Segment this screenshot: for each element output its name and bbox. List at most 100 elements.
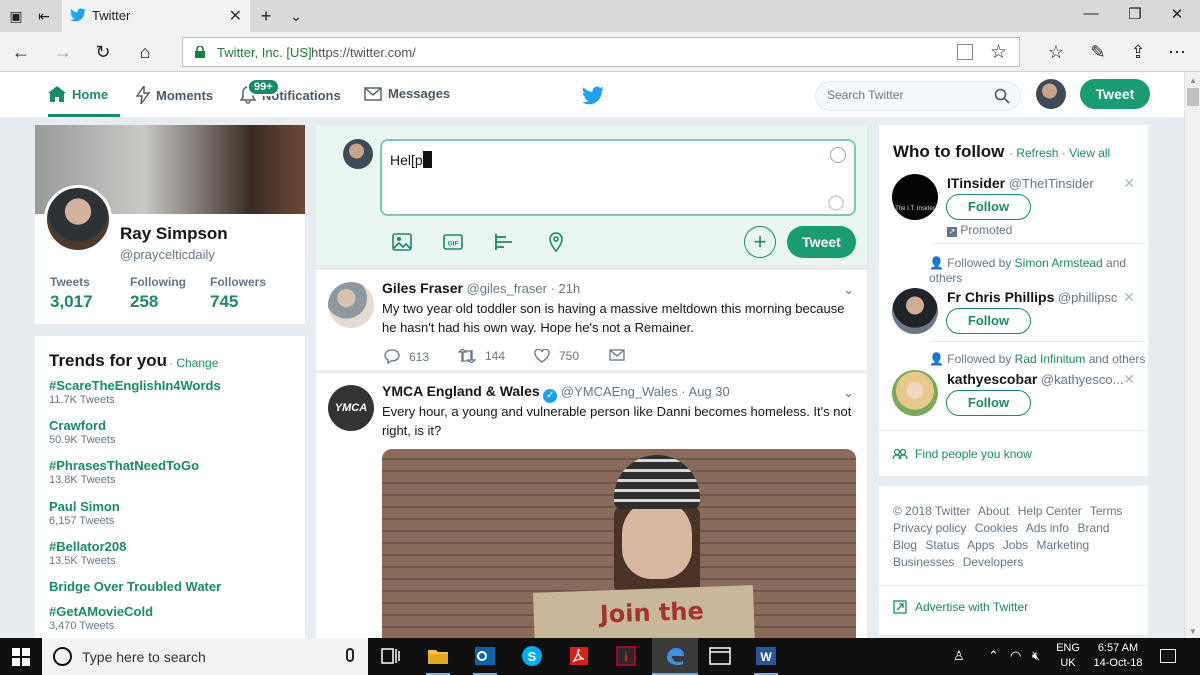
follow-button[interactable]: Follow xyxy=(946,308,1031,334)
address-bar[interactable]: Twitter, Inc. [US] https://twitter.com/ … xyxy=(182,37,1020,67)
browser-tab-twitter[interactable]: Twitter ✕ xyxy=(62,0,250,32)
show-hidden-icons-chevron-icon[interactable]: ⌃ xyxy=(988,648,999,664)
follow-button[interactable]: Follow xyxy=(946,194,1031,220)
trend-item[interactable]: #GetAMovieCold 3,470 Tweets xyxy=(49,604,153,632)
window-app-icon[interactable] xyxy=(708,644,732,668)
task-view-icon[interactable] xyxy=(378,644,402,668)
emoji-icon[interactable] xyxy=(830,147,846,163)
back-icon[interactable]: ← xyxy=(10,41,32,63)
reading-view-icon[interactable] xyxy=(957,44,973,60)
account-avatar[interactable] xyxy=(1036,79,1066,109)
footer-link[interactable]: Apps xyxy=(967,538,994,552)
file-explorer-icon[interactable] xyxy=(426,644,450,668)
tweet-author-name[interactable]: YMCA England & Wales xyxy=(382,383,540,399)
scroll-thumb[interactable] xyxy=(1187,88,1199,106)
app-icon[interactable]: i xyxy=(614,644,638,668)
dismiss-icon[interactable]: ✕ xyxy=(1123,289,1135,306)
advertise-link[interactable]: Advertise with Twitter xyxy=(893,600,1028,614)
trend-item[interactable]: #Bellator208 13.5K Tweets xyxy=(49,539,126,567)
direct-message-action[interactable] xyxy=(609,349,625,361)
footer-link[interactable]: Privacy policy xyxy=(893,521,966,535)
image-icon[interactable] xyxy=(391,231,413,253)
tweet-avatar[interactable]: YMCA xyxy=(328,385,374,431)
web-note-pen-icon[interactable]: ✎ xyxy=(1087,41,1109,63)
stat-tweets[interactable]: Tweets 3,017 xyxy=(50,275,93,312)
footer-link[interactable]: Cookies xyxy=(975,521,1018,535)
twitter-logo-icon[interactable] xyxy=(582,86,604,105)
footer-link[interactable]: About xyxy=(978,504,1009,518)
tweet-card[interactable]: Giles Fraser @giles_fraser · 21h ⌄ My tw… xyxy=(316,270,867,371)
tweet-menu-chevron-icon[interactable]: ⌄ xyxy=(843,385,854,401)
suggestion-name[interactable]: ITinsider xyxy=(947,175,1005,191)
scroll-down-icon[interactable]: ▼ xyxy=(1189,627,1197,636)
tab-preview-icon[interactable]: ▣ xyxy=(6,6,26,26)
favorite-star-icon[interactable]: ☆ xyxy=(990,41,1007,64)
footer-link[interactable]: Developers xyxy=(963,555,1024,569)
close-tab-icon[interactable]: ✕ xyxy=(229,6,242,26)
stat-followers[interactable]: Followers 745 xyxy=(210,275,266,312)
clock[interactable]: 6:57 AM 14-Oct-18 xyxy=(1088,642,1148,669)
footer-link[interactable]: © 2018 Twitter xyxy=(893,504,970,518)
refresh-icon[interactable]: ↻ xyxy=(92,41,114,63)
favorites-hub-icon[interactable]: ☆ xyxy=(1045,41,1067,63)
tweet-button-top[interactable]: Tweet xyxy=(1080,79,1150,109)
reply-action[interactable]: 613 xyxy=(384,349,429,364)
add-tweet-thread-button[interactable]: + xyxy=(744,226,776,258)
compose-textarea[interactable]: Hel[p xyxy=(380,139,856,216)
tab-list-chevron-icon[interactable]: ⌄ xyxy=(286,6,306,26)
search-input[interactable] xyxy=(827,88,987,102)
footer-link[interactable]: Status xyxy=(925,538,959,552)
stat-following[interactable]: Following 258 xyxy=(130,275,186,312)
like-action[interactable]: 750 xyxy=(534,349,579,363)
acrobat-icon[interactable] xyxy=(567,644,591,668)
footer-link[interactable]: Ads info xyxy=(1026,521,1069,535)
suggestion-handle[interactable]: @TheITinsider xyxy=(1009,176,1094,191)
trend-item[interactable]: #ScareTheEnglishIn4Words 11.7K Tweets xyxy=(49,378,221,406)
suggestion-handle[interactable]: @kathyesco... xyxy=(1041,372,1124,387)
followed-by-link[interactable]: Rad Infinitum xyxy=(1015,352,1086,366)
footer-link[interactable]: Brand xyxy=(1077,521,1109,535)
outlook-icon[interactable] xyxy=(473,644,497,668)
view-all-link[interactable]: View all xyxy=(1069,146,1110,160)
find-people-link[interactable]: Find people you know xyxy=(892,447,1032,461)
share-icon[interactable]: ⇪ xyxy=(1127,41,1149,63)
suggestion-name[interactable]: kathyescobar xyxy=(947,371,1037,387)
more-menu-icon[interactable]: ⋯ xyxy=(1166,41,1188,63)
home-page-icon[interactable]: ⌂ xyxy=(134,41,156,63)
profile-avatar[interactable] xyxy=(44,185,112,253)
retweet-action[interactable]: 144 xyxy=(458,349,505,363)
tweet-author-handle[interactable]: @giles_fraser xyxy=(467,281,547,296)
new-tab-icon[interactable]: + xyxy=(256,6,276,26)
scroll-up-icon[interactable]: ▲ xyxy=(1189,76,1197,85)
restore-icon[interactable]: ❐ xyxy=(1120,5,1150,23)
suggestion-avatar[interactable] xyxy=(892,288,938,334)
tweet-author-name[interactable]: Giles Fraser xyxy=(382,280,463,296)
taskbar-search-box[interactable]: Type here to search xyxy=(42,638,368,675)
skype-icon[interactable]: S xyxy=(520,644,544,668)
tweet-image[interactable]: Join the xyxy=(382,449,856,638)
minimize-icon[interactable]: — xyxy=(1076,5,1106,22)
trend-item[interactable]: Crawford 50.9K Tweets xyxy=(49,418,115,446)
tweet-timestamp[interactable]: · 21h xyxy=(551,281,581,296)
windows-start-icon[interactable] xyxy=(12,648,30,666)
profile-name[interactable]: Ray Simpson xyxy=(120,224,228,244)
people-tray-icon[interactable]: ♙ xyxy=(953,648,965,664)
volume-muted-icon[interactable]: 🔇︎ xyxy=(1032,648,1040,664)
nav-moments[interactable]: Moments xyxy=(136,86,213,104)
cortana-circle-icon[interactable] xyxy=(53,647,72,666)
dismiss-icon[interactable]: ✕ xyxy=(1123,175,1135,192)
footer-link[interactable]: Help Center xyxy=(1018,504,1082,518)
poll-icon[interactable] xyxy=(493,231,515,253)
footer-link[interactable]: Marketing xyxy=(1036,538,1089,552)
gif-icon[interactable]: GIF xyxy=(442,231,464,253)
microphone-icon[interactable] xyxy=(346,648,354,662)
refresh-link[interactable]: Refresh xyxy=(1016,146,1058,160)
follow-button[interactable]: Follow xyxy=(946,390,1031,416)
profile-handle[interactable]: @praycelticdaily xyxy=(120,247,215,262)
suggestion-avatar[interactable]: The I.T. Insider xyxy=(892,174,938,220)
footer-link[interactable]: Terms xyxy=(1090,504,1123,518)
location-pin-icon[interactable] xyxy=(545,231,567,253)
suggestion-avatar[interactable] xyxy=(892,370,938,416)
twitter-search-box[interactable] xyxy=(815,81,1021,111)
compose-tweet-button[interactable]: Tweet xyxy=(787,226,856,258)
